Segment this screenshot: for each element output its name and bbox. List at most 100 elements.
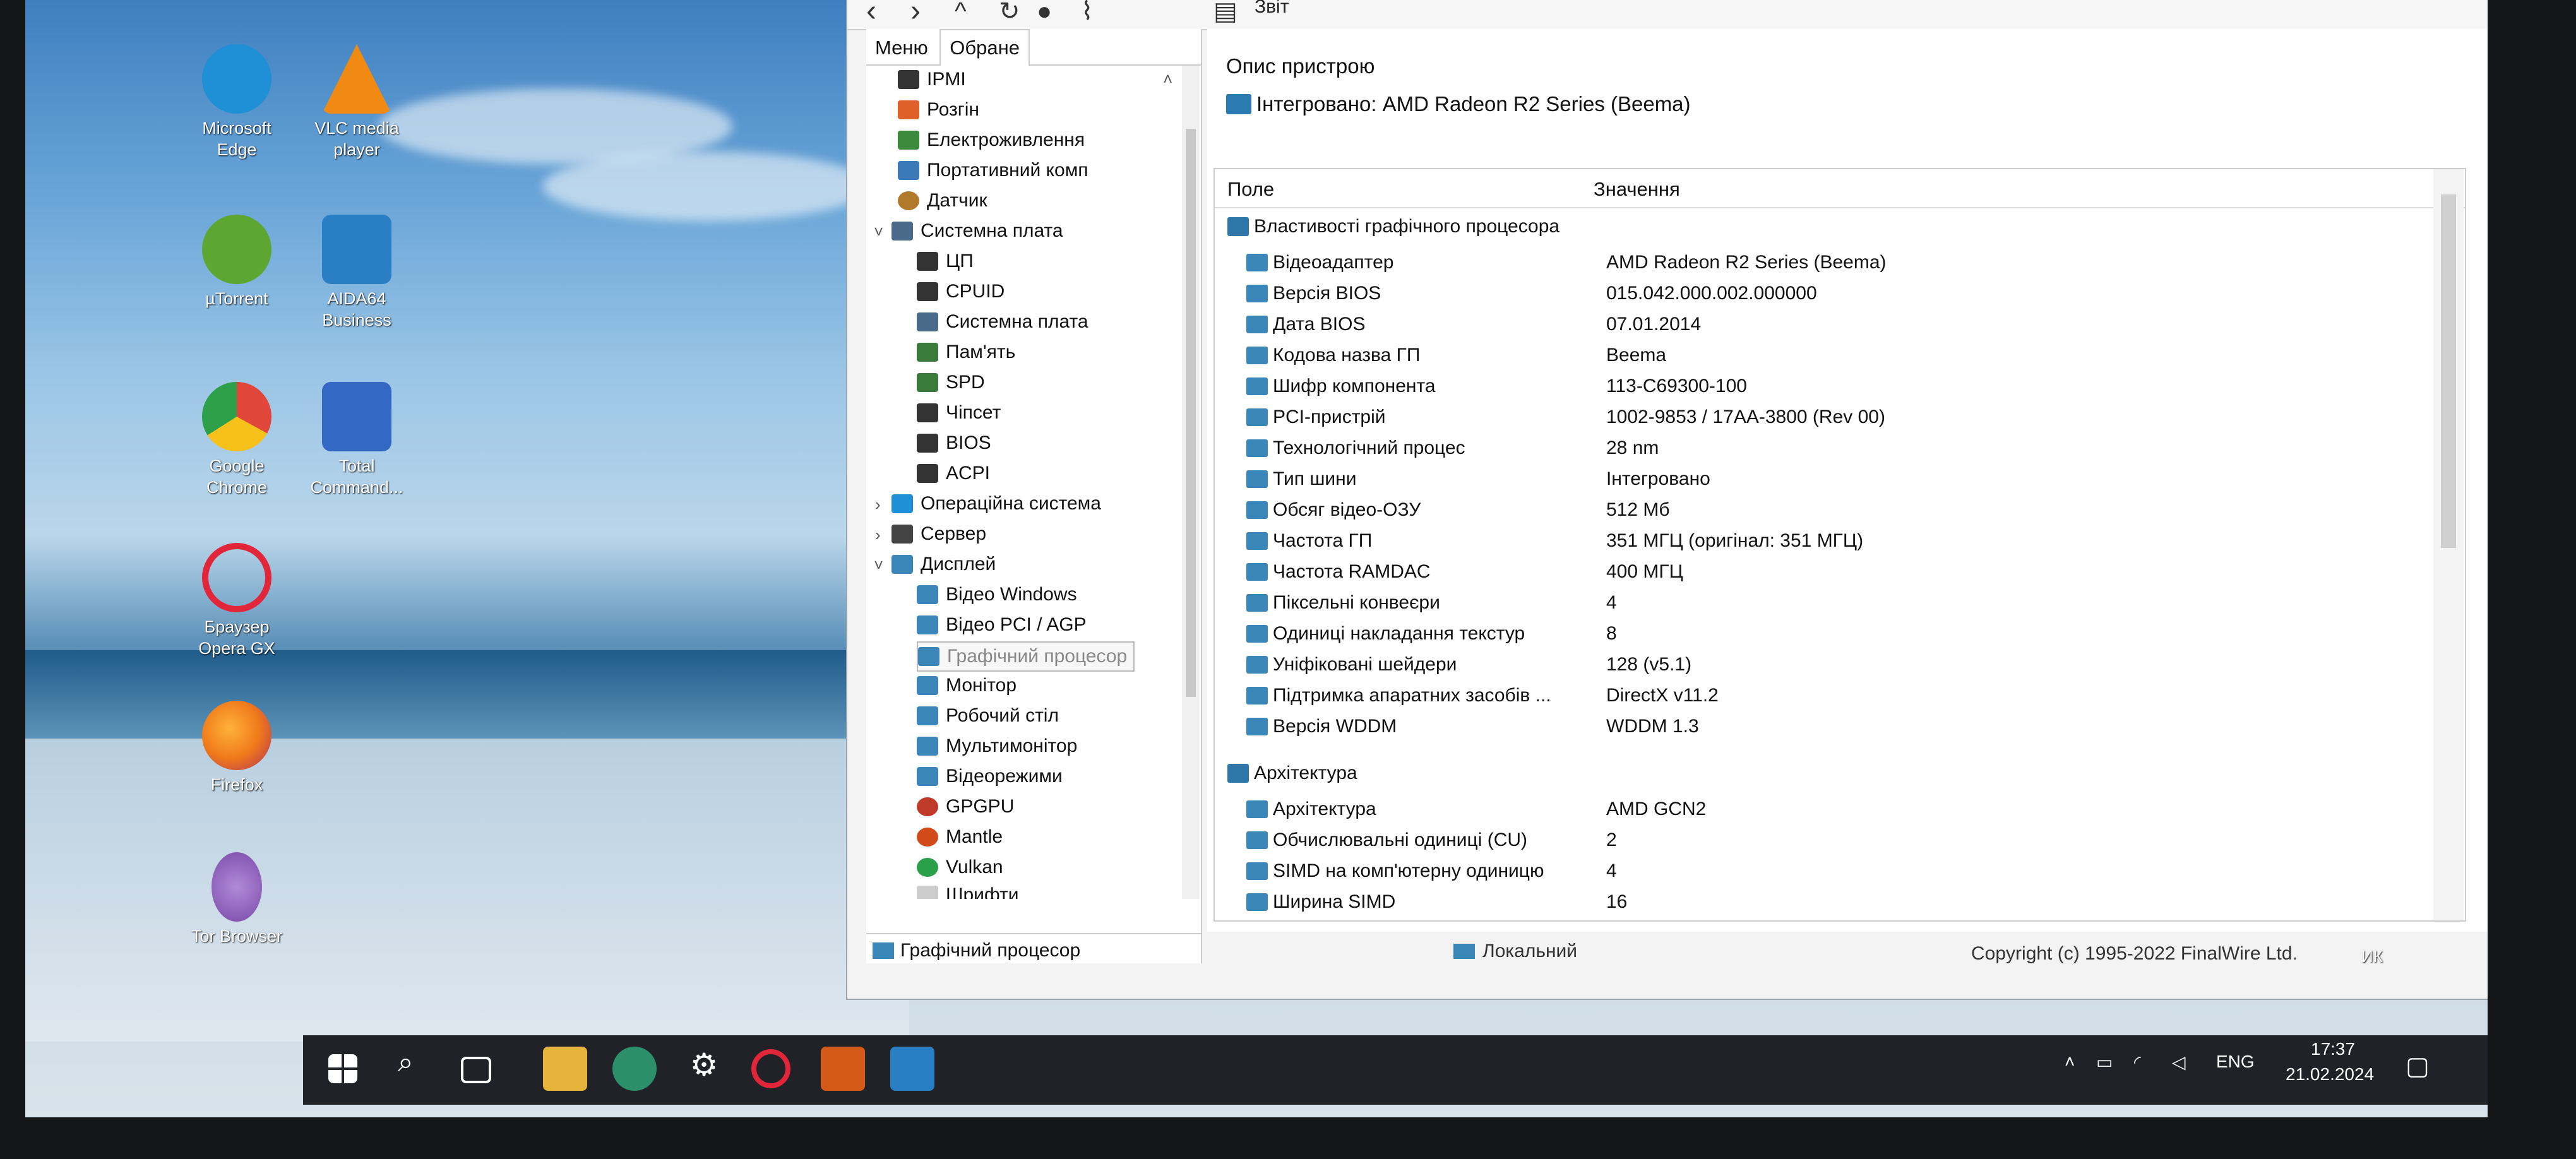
file-explorer-icon[interactable] — [543, 1047, 587, 1091]
table-row[interactable]: Підтримка апаратних засобів ... DirectX v… — [1246, 681, 2446, 711]
desktop-icon-firefox[interactable]: Firefox — [183, 701, 290, 795]
tree-item-video-pci[interactable]: Відео PCI / AGP — [917, 611, 1087, 639]
tab-menu[interactable]: Меню — [866, 30, 937, 66]
desktop-icon-total-commander[interactable]: Total Command... — [303, 382, 410, 498]
column-header-field[interactable]: Поле — [1227, 178, 1274, 201]
aida64-icon[interactable] — [890, 1047, 934, 1091]
refresh-icon[interactable]: ↻ — [999, 0, 1020, 27]
tree-scrollbar[interactable] — [1182, 66, 1200, 899]
scrollbar-thumb[interactable] — [2441, 194, 2456, 548]
chevron-down-icon[interactable]: ˅ — [874, 222, 883, 242]
tree-item-memory[interactable]: Пам'ять — [917, 338, 1015, 366]
tree-item-cpu[interactable]: ЦП — [917, 247, 974, 275]
table-row[interactable]: Технологічний процес 28 nm — [1246, 433, 2446, 463]
tree-item-vulkan[interactable]: Vulkan — [917, 853, 1003, 881]
wifi-icon[interactable]: ◜ — [2134, 1052, 2141, 1073]
table-row[interactable]: Ширина SIMD 16 — [1246, 887, 2446, 917]
report-button[interactable]: Звіт — [1255, 0, 1289, 18]
chevron-up-icon[interactable]: ˄ — [2065, 1052, 2075, 1072]
property-icon — [1246, 625, 1268, 643]
tree-item-power[interactable]: Електроживлення — [898, 126, 1085, 154]
tree-item-display[interactable]: Дисплей — [891, 550, 996, 578]
firefox-icon[interactable] — [821, 1047, 865, 1091]
table-row[interactable]: Піксельні конвеєри 4 — [1246, 588, 2446, 618]
table-row[interactable]: Обчислювальні одиниці (CU) 2 — [1246, 825, 2446, 855]
forward-icon[interactable]: › — [910, 0, 921, 27]
tree-item-video-modes[interactable]: Відеорежими — [917, 763, 1063, 790]
task-view-icon[interactable] — [461, 1057, 491, 1083]
table-row[interactable]: Шифр компонента 113-C69300-100 — [1246, 371, 2446, 401]
app-icon[interactable] — [612, 1047, 657, 1091]
table-row[interactable]: Версія BIOS 015.042.000.002.000000 — [1246, 278, 2446, 309]
table-row[interactable]: Обсяг відео-ОЗУ 512 Мб — [1246, 495, 2446, 525]
up-icon[interactable]: ^ — [955, 0, 967, 27]
start-windows-icon[interactable] — [328, 1054, 357, 1083]
tree-item-sensor[interactable]: Датчик — [898, 187, 987, 215]
opera-gx-icon[interactable] — [751, 1049, 790, 1088]
table-row[interactable]: Уніфіковані шейдери 128 (v5.1) — [1246, 650, 2446, 680]
tree-item-fonts[interactable]: Шрифти — [917, 881, 1018, 899]
chevron-right-icon[interactable]: › — [875, 525, 881, 545]
tree-item-chipset[interactable]: Чіпсет — [917, 399, 1001, 427]
tree-item-mantle[interactable]: Mantle — [917, 823, 1003, 851]
desktop-icon-edge[interactable]: Microsoft Edge — [183, 44, 290, 160]
table-row[interactable]: Дата BIOS 07.01.2014 — [1246, 309, 2446, 340]
tab-favorites[interactable]: Обране — [939, 29, 1030, 66]
table-row[interactable]: Відеоадаптер AMD Radeon R2 Series (Beema) — [1246, 247, 2446, 278]
table-row[interactable]: Тип шини Інтегровано — [1246, 464, 2446, 494]
tree-item-cpuid[interactable]: CPUID — [917, 278, 1005, 306]
search-icon[interactable]: ⌕ — [398, 1047, 442, 1091]
scrollbar-thumb[interactable] — [1186, 129, 1196, 697]
table-row[interactable]: Частота ГП 351 МГЦ (оригінал: 351 МГЦ) — [1246, 526, 2446, 556]
tree-item-bios[interactable]: BIOS — [917, 429, 991, 457]
desktop-icon-aida64[interactable]: AIDA64 Business — [303, 215, 410, 331]
desktop-icon-opera-gx[interactable]: Браузер Opera GX — [183, 543, 290, 659]
battery-icon[interactable]: ▭ — [2096, 1052, 2113, 1073]
tree-item-mainboard[interactable]: Системна плата — [917, 308, 1088, 336]
desktop-icon-label: AIDA64 Business — [322, 289, 391, 330]
tree-item-os[interactable]: Операційна система — [891, 490, 1101, 518]
scroll-up-icon[interactable]: ˄ — [1163, 69, 1172, 89]
tree-item-monitor[interactable]: Монітор — [917, 672, 1017, 699]
desktop-icon-label-clipped[interactable]: ИК — [2361, 947, 2383, 966]
tree-item-acpi[interactable]: ACPI — [917, 460, 990, 487]
tree-item-desktop[interactable]: Робочий стіл — [917, 702, 1059, 730]
table-row[interactable]: Кодова назва ГП Beema — [1246, 340, 2446, 371]
language-indicator[interactable]: ENG — [2216, 1052, 2255, 1072]
table-row[interactable]: PCI-пристрій 1002-9853 / 17AA-3800 (Rev 0… — [1246, 402, 2446, 432]
chevron-right-icon[interactable]: › — [875, 495, 881, 514]
tree-item-gpu[interactable]: Графічний процесор — [917, 641, 1135, 672]
column-header-value[interactable]: Значення — [1594, 178, 1680, 201]
table-row[interactable]: SIMD на комп'ютерну одиницю 4 — [1246, 856, 2446, 886]
tree-item-motherboard[interactable]: Системна плата — [891, 217, 1063, 245]
desktop-icon-utorrent[interactable]: µTorrent — [183, 215, 290, 309]
back-icon[interactable]: ‹ — [866, 0, 876, 27]
desktop-icon-tor-browser[interactable]: Tor Browser — [183, 852, 290, 947]
chart-icon[interactable]: ⌇ — [1081, 0, 1094, 27]
tree-item-gpgpu[interactable]: GPGPU — [917, 793, 1014, 821]
user-icon[interactable]: ● — [1037, 0, 1052, 27]
tree-item-portable[interactable]: Портативний комп — [898, 157, 1088, 184]
tree-item-video-windows[interactable]: Відео Windows — [917, 581, 1077, 609]
table-row[interactable]: Версія WDDM WDDM 1.3 — [1246, 711, 2446, 742]
settings-gear-icon[interactable]: ⚙ — [682, 1047, 726, 1091]
desktop-icon-vlc[interactable]: VLC media player — [303, 44, 410, 160]
tree-item-overclock[interactable]: Розгін — [898, 96, 979, 124]
tree-item-multimonitor[interactable]: Мультимонітор — [917, 732, 1077, 760]
table-row[interactable]: Частота RAMDAC 400 МГЦ — [1246, 557, 2446, 587]
grid-scrollbar[interactable] — [2433, 169, 2464, 920]
chevron-down-icon[interactable]: ˅ — [874, 556, 883, 575]
tree-item-ipmi[interactable]: IPMI — [898, 66, 966, 93]
clock-date[interactable]: 21.02.2024 — [2286, 1064, 2374, 1085]
clock-time[interactable]: 17:37 — [2311, 1039, 2355, 1059]
desktop-icon-chrome[interactable]: Google Chrome — [183, 382, 290, 498]
notification-icon[interactable]: ▢ — [2406, 1052, 2430, 1081]
group-label: Властивості графічного процесора — [1254, 216, 1560, 237]
table-row[interactable]: Архітектура AMD GCN2 — [1246, 794, 2446, 824]
report-icon[interactable]: ▤ — [1213, 0, 1237, 27]
tree-item-server[interactable]: Сервер — [891, 520, 986, 548]
volume-icon[interactable]: ◁ — [2172, 1052, 2186, 1073]
table-row[interactable]: Ширина інструкцій SIMD1 — [1246, 918, 2446, 920]
table-row[interactable]: Одиниці накладання текстур 8 — [1246, 619, 2446, 649]
tree-item-spd[interactable]: SPD — [917, 369, 985, 396]
